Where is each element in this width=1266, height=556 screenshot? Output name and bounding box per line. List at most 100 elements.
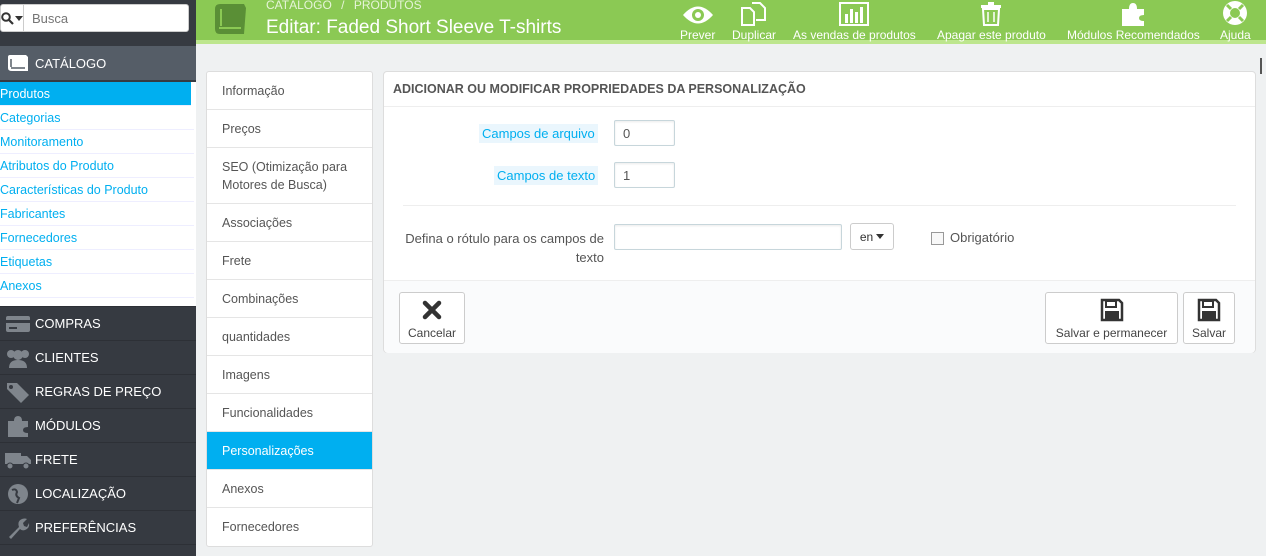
submenu-item-products[interactable]: Produtos [0,82,191,106]
tab-shipping[interactable]: Frete [207,242,372,280]
menu-price-rules[interactable]: REGRAS DE PREÇO [0,374,196,408]
submenu-item-suppliers[interactable]: Fornecedores [0,226,194,250]
menu-modules-label: MÓDULOS [35,418,101,433]
copy-icon [740,0,768,26]
book-icon [215,4,246,34]
file-fields-label: Campos de arquivo [479,124,598,143]
help-label: Ajuda [1220,28,1251,42]
save-button[interactable]: Salvar [1183,292,1235,344]
tab-information[interactable]: Informação [207,72,372,110]
close-icon [422,297,442,323]
text-fields-label: Campos de texto [494,166,599,185]
menu-orders[interactable]: COMPRAS [0,306,196,340]
users-icon [0,348,35,368]
delete-label: Apagar este produto [937,28,1046,42]
tags-icon [0,381,35,403]
scrollbar[interactable] [1260,58,1262,74]
tab-associations[interactable]: Associações [207,204,372,242]
tab-attachments[interactable]: Anexos [207,470,372,508]
customization-panel: ADICIONAR OU MODIFICAR PROPRIEDADES DA P… [383,71,1256,353]
menu-modules[interactable]: MÓDULOS [0,408,196,442]
lifebuoy-icon [1221,0,1249,26]
submenu-item-attachments[interactable]: Anexos [0,274,194,298]
sidebar: CATÁLOGO Produtos Categorias Monitoramen… [0,0,196,556]
text-fields-input[interactable] [614,162,675,188]
menu-orders-label: COMPRAS [35,316,101,331]
credit-card-icon [0,315,35,333]
tab-prices[interactable]: Preços [207,110,372,148]
save-and-stay-label: Salvar e permanecer [1055,326,1168,340]
recommended-modules-label: Módulos Recomendados [1067,28,1200,42]
cancel-label: Cancelar [407,326,457,340]
bar-chart-icon [839,0,870,26]
preview-label: Prever [680,28,716,42]
form-divider [403,205,1236,206]
tab-quantities[interactable]: quantidades [207,318,372,356]
tab-features[interactable]: Funcionalidades [207,394,372,432]
file-fields-input[interactable] [614,120,675,146]
menu-preferences[interactable]: PREFERÊNCIAS [0,510,196,544]
breadcrumb-catalog[interactable]: CATÁLOGO [266,0,332,12]
submenu-item-manufacturers[interactable]: Fabricantes [0,202,194,226]
menu-shipping-label: FRETE [35,452,78,467]
submenu-item-features[interactable]: Características do Produto [0,178,194,202]
duplicate-button[interactable]: Duplicar [732,0,776,44]
tab-customization[interactable]: Personalizações [207,432,372,470]
menu-localization[interactable]: LOCALIZAÇÃO [0,476,196,510]
save-label: Salvar [1191,326,1226,340]
menu-catalog-label: CATÁLOGO [35,55,107,71]
text-label-input[interactable] [614,224,842,250]
required-checkbox[interactable] [931,232,944,245]
wrench-icon [0,516,35,540]
submenu-item-tags[interactable]: Etiquetas [0,250,194,274]
panel-title: ADICIONAR OU MODIFICAR PROPRIEDADES DA P… [393,82,806,96]
required-label: Obrigatório [950,230,1015,245]
language-value: en [859,229,874,244]
product-tabs: Informação Preços SEO (Otimização para M… [206,71,373,547]
text-label-definition-label: Defina o rótulo para os campos de texto [405,231,604,265]
tab-combinations[interactable]: Combinações [207,280,372,318]
submenu-item-monitoring[interactable]: Monitoramento [0,130,194,154]
search-box [0,4,196,32]
delete-button[interactable]: Apagar este produto [937,0,1046,44]
breadcrumb: CATÁLOGO / PRODUTOS [266,0,422,12]
eye-icon [682,0,714,26]
language-dropdown[interactable]: en [850,223,894,250]
help-button[interactable]: Ajuda [1220,0,1251,44]
save-and-stay-button[interactable]: Salvar e permanecer [1045,292,1178,344]
search-input[interactable] [24,5,196,31]
menu-preferences-label: PREFERÊNCIAS [35,520,137,535]
menu-more[interactable] [0,544,196,556]
catalog-submenu: Produtos Categorias Monitoramento Atribu… [0,82,196,306]
sales-button[interactable]: As vendas de produtos [793,0,916,44]
page-header: CATÁLOGO / PRODUTOS Editar: Faded Short … [196,0,1266,44]
menu-customers-label: CLIENTES [35,350,99,365]
menu-shipping[interactable]: FRETE [0,442,196,476]
tab-seo[interactable]: SEO (Otimização para Motores de Busca) [207,148,372,204]
recommended-modules-button[interactable]: Módulos Recomendados [1067,0,1200,44]
breadcrumb-products[interactable]: PRODUTOS [354,0,422,12]
tab-suppliers[interactable]: Fornecedores [207,508,372,546]
puzzle-icon [1120,0,1146,26]
puzzle-icon [0,415,35,437]
caret-down-icon [15,15,23,21]
search-type-button[interactable] [1,5,24,31]
search-icon [1,11,14,25]
duplicate-label: Duplicar [732,28,777,42]
caret-down-icon [876,234,885,239]
preview-button[interactable]: Prever [680,0,715,44]
tab-images[interactable]: Imagens [207,356,372,394]
panel-divider [384,106,1255,107]
trash-icon [980,0,1002,26]
cancel-button[interactable]: Cancelar [399,292,465,344]
sales-label: As vendas de produtos [793,28,916,42]
menu-customers[interactable]: CLIENTES [0,340,196,374]
globe-icon [0,483,35,505]
book-icon [0,53,35,73]
menu-catalog[interactable]: CATÁLOGO [0,46,196,80]
submenu-item-categories[interactable]: Categorias [0,106,194,130]
panel-footer: Cancelar Salvar e permanecer Salvar [384,280,1255,353]
floppy-disk-icon [1100,297,1124,323]
submenu-item-attributes[interactable]: Atributos do Produto [0,154,194,178]
menu-price-rules-label: REGRAS DE PREÇO [35,384,162,399]
